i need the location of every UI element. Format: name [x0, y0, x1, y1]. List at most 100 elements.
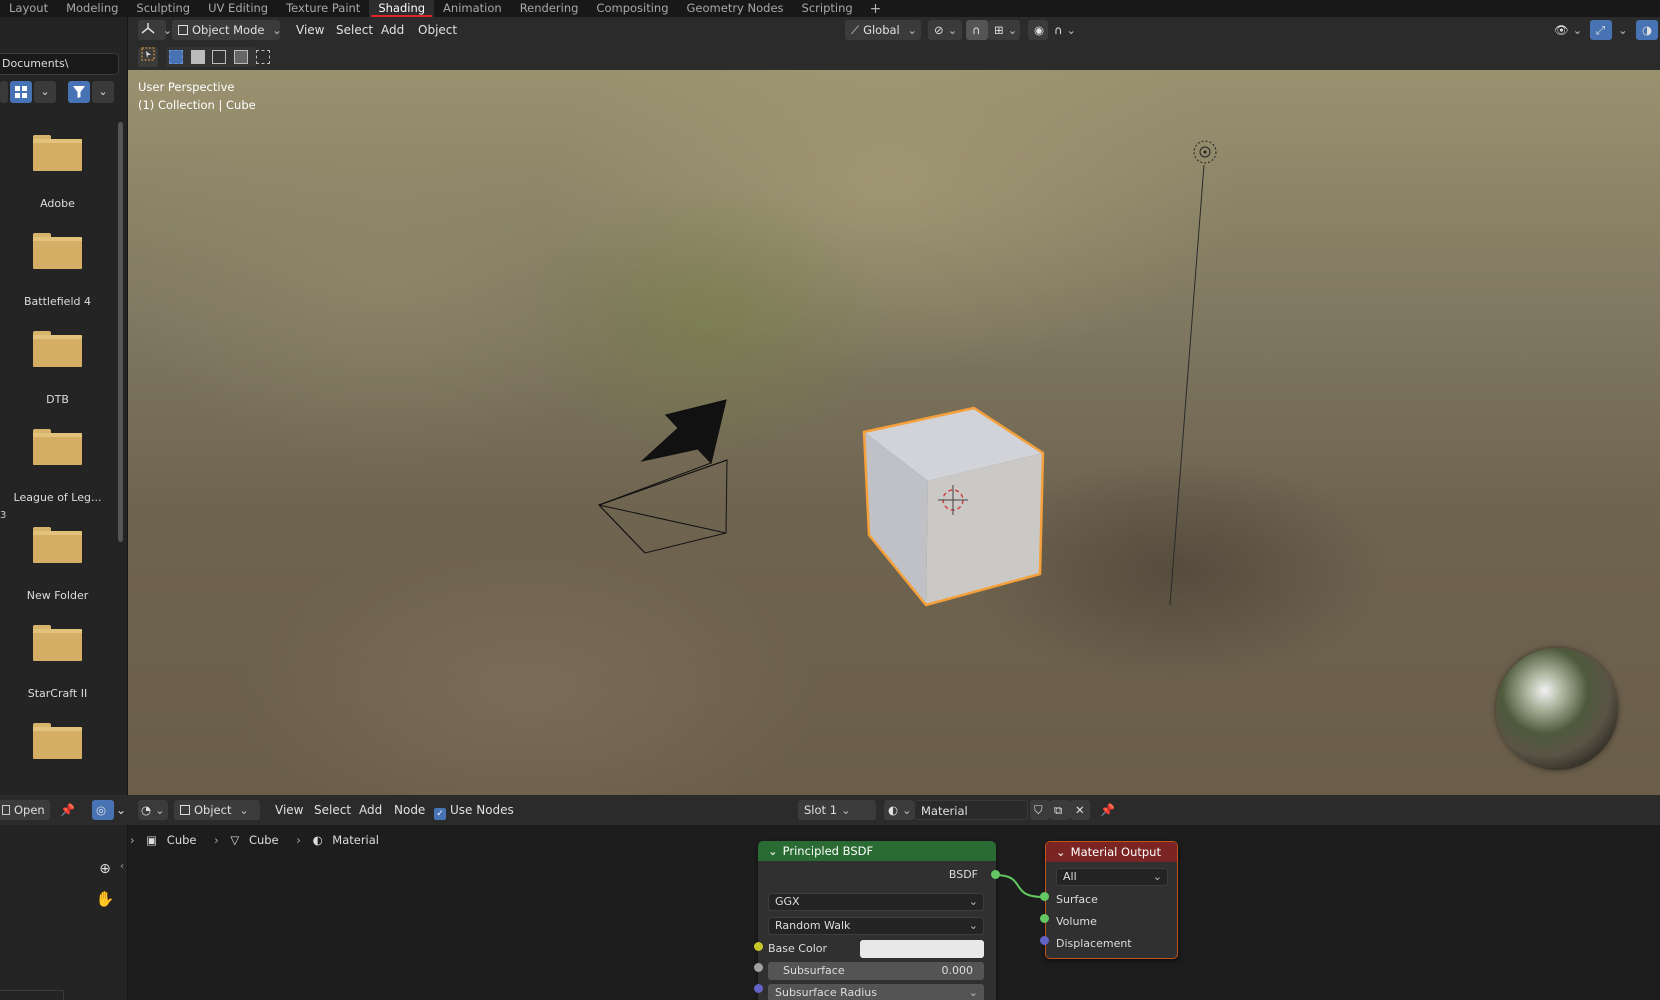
chevron-down-icon[interactable]: ⌄ [92, 81, 114, 103]
tab-modeling[interactable]: Modeling [57, 0, 127, 17]
tab-sculpting[interactable]: Sculpting [127, 0, 199, 17]
scrollbar[interactable] [118, 122, 123, 542]
tab-rendering[interactable]: Rendering [511, 0, 588, 17]
folder-item[interactable]: Battlefield 4 [0, 233, 115, 327]
snap-toggle[interactable]: ∩ [966, 20, 988, 40]
collapse-arrow-icon[interactable]: ‹ [120, 861, 124, 872]
tab-compositing[interactable]: Compositing [587, 0, 677, 17]
subsurface-radius-socket[interactable] [754, 984, 763, 993]
base-color-swatch[interactable] [860, 940, 984, 958]
chevron-down-icon[interactable]: ⌄ [116, 800, 126, 820]
select-subtract-icon[interactable] [212, 50, 227, 64]
duplicate-icon: ⧉ [1054, 803, 1063, 817]
subsurface-radius-field[interactable]: Subsurface Radius [768, 984, 984, 1000]
tab-geometry-nodes[interactable]: Geometry Nodes [678, 0, 793, 17]
displacement-input-socket[interactable] [1040, 936, 1049, 945]
cursor-box-icon [141, 47, 155, 61]
volume-input-socket[interactable] [1040, 914, 1049, 923]
material-sphere-icon: ◐ [888, 803, 899, 817]
node-header[interactable]: ⌄ Principled BSDF [758, 841, 996, 861]
overlay-toggle[interactable]: ◑ [1636, 20, 1658, 40]
checkmark-icon: ✓ [434, 808, 446, 820]
3d-viewport[interactable]: User Perspective (1) Collection | Cube [128, 70, 1660, 795]
use-nodes-checkbox[interactable]: ✓ Use Nodes [434, 800, 514, 820]
pin-icon[interactable]: 📌 [60, 800, 75, 820]
shader-type-dropdown[interactable]: Object [174, 800, 260, 820]
grid-icon [15, 86, 27, 98]
pivot-icon: ⊘ [934, 23, 944, 37]
object-icon [180, 805, 190, 815]
base-color-socket[interactable] [754, 942, 763, 951]
menu-add[interactable]: Add [359, 800, 382, 820]
visibility-dropdown[interactable]: 👁 [1548, 20, 1584, 40]
light-object[interactable] [1169, 140, 1217, 606]
folder-item[interactable]: StarCraft II [0, 625, 115, 719]
filter-button[interactable] [68, 81, 90, 103]
fake-user-button[interactable]: ⛉ [1030, 800, 1050, 820]
menu-view[interactable]: View [275, 800, 303, 820]
node-header[interactable]: ⌄ Material Output [1046, 842, 1177, 862]
menu-select[interactable]: Select [336, 20, 373, 40]
tab-scripting[interactable]: Scripting [793, 0, 862, 17]
tab-animation[interactable]: Animation [434, 0, 511, 17]
sync-toggle[interactable]: ◎ [92, 800, 114, 820]
folder-item[interactable]: League of Leg... [0, 429, 115, 523]
select-set-icon[interactable] [169, 50, 183, 64]
material-browse-button[interactable]: ◐ [884, 800, 914, 820]
open-icon [2, 805, 10, 815]
select-intersect-icon[interactable] [255, 50, 270, 64]
mode-selector[interactable]: Object Mode [172, 20, 280, 40]
add-workspace-button[interactable]: + [862, 1, 890, 17]
tab-uv-editing[interactable]: UV Editing [199, 0, 277, 17]
folder-item[interactable]: New Folder [0, 527, 115, 621]
thumbnail-view-button[interactable] [10, 81, 32, 103]
snap-target-dropdown[interactable]: ⊞ [988, 20, 1020, 40]
principled-bsdf-node[interactable]: ⌄Principled BSDF BSDF GGX Random Walk Ba… [758, 841, 996, 1000]
cube-object[interactable] [862, 406, 1045, 607]
gizmo-toggle[interactable]: ⤢ [1590, 20, 1612, 40]
menu-add[interactable]: Add [381, 20, 404, 40]
material-output-node[interactable]: ⌄Material Output All Surface Volume Disp… [1045, 841, 1178, 959]
base-color-label: Base Color [768, 942, 828, 955]
surface-input-socket[interactable] [1040, 892, 1049, 901]
tab-texture-paint[interactable]: Texture Paint [277, 0, 369, 17]
material-name-field[interactable]: Material [914, 800, 1028, 820]
zoom-icon[interactable]: ⊕ [94, 858, 116, 880]
new-material-button[interactable]: ⧉ [1050, 800, 1070, 820]
menu-node[interactable]: Node [394, 800, 425, 820]
render-target-dropdown[interactable]: All [1056, 868, 1168, 886]
folder-item[interactable] [0, 723, 115, 783]
editor-type-button[interactable] [138, 20, 166, 40]
pivot-dropdown[interactable]: ⊘ [928, 20, 962, 40]
folder-item[interactable]: Adobe [0, 135, 115, 229]
hand-icon[interactable]: ✋ [94, 888, 116, 910]
gizmo-dropdown[interactable] [1612, 20, 1634, 40]
tab-layout[interactable]: Layout [0, 0, 57, 17]
node-canvas[interactable]: › ▣ Cube › ▽ Cube › ◐ Material ⌄ Principl… [128, 825, 1660, 1000]
transform-orientation-dropdown[interactable]: ⟋ Global [845, 20, 921, 40]
open-button[interactable]: Open [0, 800, 50, 820]
subsurface-socket[interactable] [754, 963, 763, 972]
path-field[interactable]: Documents\ [0, 53, 119, 75]
select-tool-button[interactable] [138, 47, 158, 67]
distribution-dropdown[interactable]: GGX [768, 893, 984, 911]
proportional-edit-toggle[interactable]: ◉ [1028, 20, 1048, 40]
falloff-dropdown[interactable]: ∩ [1048, 20, 1080, 40]
pin-icon[interactable]: 📌 [1100, 800, 1115, 820]
subsurface-method-dropdown[interactable]: Random Walk [768, 917, 984, 935]
subsurface-slider[interactable]: Subsurface 0.000 [768, 962, 984, 980]
menu-view[interactable]: View [296, 20, 324, 40]
display-list-button[interactable] [0, 81, 8, 103]
camera-object[interactable] [598, 399, 728, 554]
chevron-down-icon[interactable]: ⌄ [34, 81, 56, 103]
folder-item[interactable]: DTB [0, 331, 115, 425]
tab-shading[interactable]: Shading [369, 0, 435, 17]
menu-object[interactable]: Object [418, 20, 457, 40]
select-invert-icon[interactable] [233, 50, 248, 64]
unlink-button[interactable]: ✕ [1070, 800, 1090, 820]
select-extend-icon[interactable] [190, 50, 205, 64]
slot-dropdown[interactable]: Slot 1 [798, 800, 876, 820]
menu-select[interactable]: Select [314, 800, 351, 820]
editor-type-button[interactable]: ◔ [138, 800, 168, 820]
bsdf-output-socket[interactable] [991, 870, 1000, 879]
